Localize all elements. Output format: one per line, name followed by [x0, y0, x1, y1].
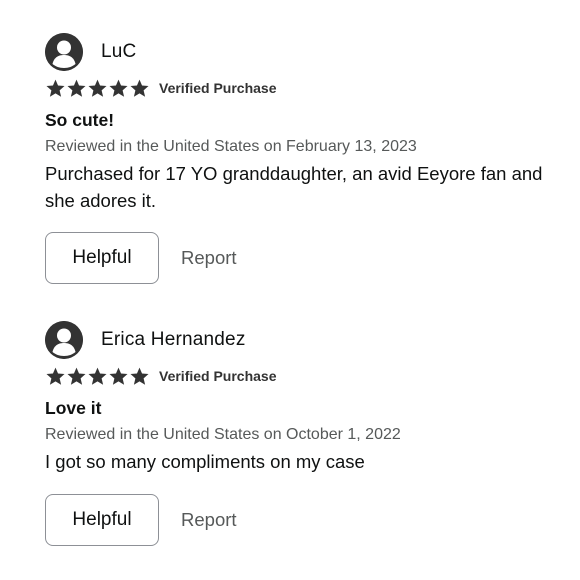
review-actions: Helpful Report	[45, 494, 237, 546]
review-title: So cute!	[45, 110, 115, 130]
review-body: I got so many compliments on my case	[45, 451, 365, 472]
review-body: Purchased for 17 YO granddaughter, an av…	[45, 163, 543, 211]
reviewer-name[interactable]: Erica Hernandez	[101, 329, 246, 351]
helpful-button[interactable]: Helpful	[45, 232, 159, 284]
review-item: LuC Verified Purchase So cute! Reviewed …	[45, 33, 555, 284]
star-rating[interactable]	[45, 78, 150, 99]
user-avatar-icon[interactable]	[45, 321, 83, 359]
review-item: Erica Hernandez Verified Purchase Love i…	[45, 321, 555, 546]
star-icon	[67, 367, 86, 385]
verified-purchase-badge[interactable]: Verified Purchase	[159, 368, 277, 384]
reviewer-profile[interactable]: LuC	[45, 33, 555, 71]
verified-purchase-badge[interactable]: Verified Purchase	[159, 80, 277, 96]
star-icon	[88, 367, 107, 385]
star-icon	[67, 79, 86, 97]
report-link[interactable]: Report	[181, 247, 237, 269]
star-icon	[46, 367, 65, 385]
star-rating[interactable]	[45, 366, 150, 387]
review-date: Reviewed in the United States on October…	[45, 426, 401, 443]
star-icon	[109, 79, 128, 97]
star-icon	[130, 367, 149, 385]
reviewer-profile[interactable]: Erica Hernandez	[45, 321, 555, 359]
helpful-button[interactable]: Helpful	[45, 494, 159, 546]
review-date: Reviewed in the United States on Februar…	[45, 138, 417, 155]
rating-row: Verified Purchase	[45, 76, 555, 100]
star-icon	[46, 79, 65, 97]
star-icon	[109, 367, 128, 385]
star-icon	[88, 79, 107, 97]
rating-row: Verified Purchase	[45, 364, 555, 388]
reviewer-name[interactable]: LuC	[101, 41, 136, 63]
user-avatar-icon[interactable]	[45, 33, 83, 71]
star-icon	[130, 79, 149, 97]
report-link[interactable]: Report	[181, 509, 237, 531]
review-actions: Helpful Report	[45, 232, 237, 284]
review-title: Love it	[45, 398, 102, 418]
